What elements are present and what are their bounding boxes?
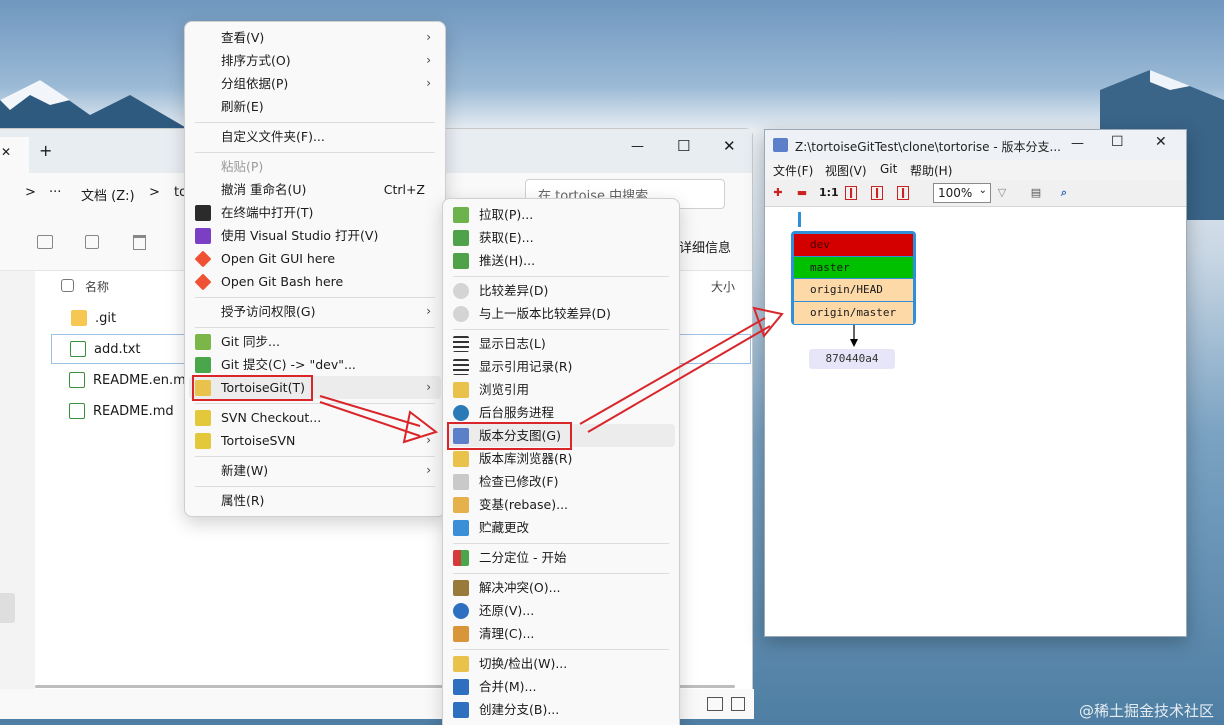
watermark: @稀土掘金技术社区	[1078, 702, 1214, 720]
annotation-arrows	[319, 306, 784, 444]
